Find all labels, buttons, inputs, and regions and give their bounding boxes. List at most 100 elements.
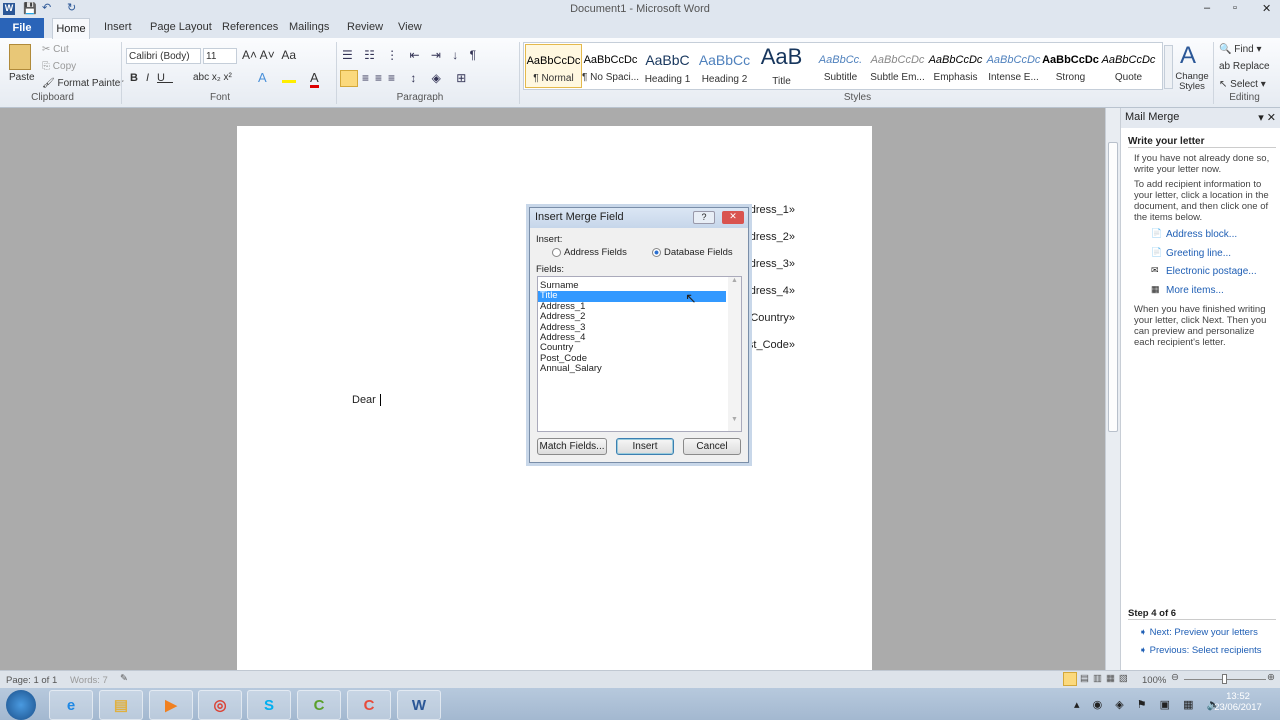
zoom-level[interactable]: 100%	[1142, 675, 1166, 686]
select-button[interactable]: ↖ Select ▾	[1219, 79, 1266, 90]
taskbar-file-explorer-icon[interactable]: ▤	[99, 690, 143, 720]
grow-font-icon[interactable]: A˄ A˅ Aa	[242, 48, 296, 62]
taskbar-internet-explorer-icon[interactable]: e	[49, 690, 93, 720]
minimize-button[interactable]: –	[1204, 2, 1210, 14]
highlight-icon[interactable]	[282, 71, 296, 83]
paste-button[interactable]: Paste	[9, 72, 35, 83]
fields-list[interactable]: Surname Title Address_1 Address_2 Address_3 A…	[537, 276, 742, 432]
style-2[interactable]: AaBbC Heading 1	[639, 44, 696, 88]
page-count[interactable]: Page: 1 of 1	[6, 675, 57, 686]
previous-step-link[interactable]: ➧ Previous: Select recipients	[1139, 645, 1262, 656]
change-styles-button[interactable]: Change Styles	[1174, 72, 1210, 92]
database-fields-radio[interactable]: Database Fields	[652, 247, 733, 258]
tab-home[interactable]: Home	[52, 18, 90, 39]
style-7[interactable]: AaBbCcDc Emphasis	[927, 44, 984, 88]
pane-link[interactable]: More items...	[1166, 285, 1224, 296]
step-indicator: Step 4 of 6	[1128, 608, 1276, 620]
alignment-buttons[interactable]: ≡≡≡ ↕ ◈ ⊞	[362, 71, 472, 85]
field-item[interactable]: Surname	[538, 280, 741, 291]
style-8[interactable]: AaBbCcDc Intense E...	[985, 44, 1042, 88]
taskbar-word-icon[interactable]: W	[397, 690, 441, 720]
tab-references[interactable]: References	[222, 21, 278, 33]
replace-button[interactable]: ab Replace	[1219, 61, 1270, 72]
style-label: ¶ Normal	[533, 73, 574, 84]
tab-insert[interactable]: Insert	[104, 21, 132, 33]
font-name-select[interactable]: Calibri (Body)	[126, 48, 201, 64]
list-buttons[interactable]: ☰ ☷ ⋮ ⇤ ⇥ ↓ ¶	[342, 48, 480, 62]
paste-icon[interactable]	[9, 44, 31, 70]
list-scrollbar[interactable]: ▲ ▼	[728, 277, 741, 431]
pane-intro: If you have not already done so, write y…	[1134, 153, 1270, 175]
pane-instructions: To add recipient information to your let…	[1134, 179, 1269, 223]
tab-review[interactable]: Review	[347, 21, 383, 33]
align-left-button[interactable]	[340, 70, 358, 87]
taskbar-media-player-icon[interactable]: ▶	[149, 690, 193, 720]
field-item[interactable]: Address_2	[538, 311, 741, 322]
strikethrough-icon[interactable]: abc x₂ x²	[193, 72, 232, 83]
style-5[interactable]: AaBbCc. Subtitle	[812, 44, 869, 88]
tab-page-layout[interactable]: Page Layout	[150, 21, 212, 33]
scroll-thumb[interactable]	[1108, 142, 1118, 432]
address-fields-radio[interactable]: Address Fields	[552, 247, 627, 258]
style-0[interactable]: AaBbCcDc ¶ Normal	[525, 44, 582, 88]
cancel-button[interactable]: Cancel	[683, 438, 741, 455]
word-count[interactable]: Words: 7	[70, 675, 108, 686]
cut-button[interactable]: ✂ Cut	[42, 44, 69, 55]
view-buttons[interactable]: ▤▥▦▧	[1080, 673, 1132, 684]
field-item[interactable]: Annual_Salary	[538, 363, 741, 374]
format-painter-button[interactable]: 🖌 Format Painter	[42, 78, 124, 89]
pane-header: Mail Merge ▾ ✕	[1121, 108, 1280, 128]
maximize-button[interactable]: ▫	[1233, 2, 1237, 14]
style-9[interactable]: AaBbCcDc Strong	[1042, 44, 1099, 88]
pane-link[interactable]: Greeting line...	[1166, 248, 1231, 259]
style-10[interactable]: AaBbCcDc Quote	[1100, 44, 1157, 88]
close-button[interactable]: ✕	[1262, 2, 1271, 15]
font-color-icon[interactable]: A	[310, 70, 319, 88]
text-effects-icon[interactable]: A	[258, 70, 267, 85]
status-bar: Page: 1 of 1 Words: 7 ✎ ▤▥▦▧ 100% ⊖ ⊕	[0, 670, 1280, 688]
tab-view[interactable]: View	[398, 21, 422, 33]
taskbar-chrome-icon[interactable]: ◎	[198, 690, 242, 720]
change-styles-icon[interactable]: A	[1180, 42, 1196, 70]
style-6[interactable]: AaBbCcDc Subtle Em...	[869, 44, 926, 88]
proofing-icon[interactable]: ✎	[120, 673, 128, 684]
title-bar: W 💾 ↶ ↻ Document1 - Microsoft Word – ▫ ✕	[0, 0, 1280, 18]
zoom-slider-thumb[interactable]	[1222, 674, 1227, 684]
style-3[interactable]: AaBbCc Heading 2	[696, 44, 753, 88]
tab-file[interactable]: File	[0, 18, 44, 38]
style-preview: AaBbCc	[698, 52, 751, 68]
style-4[interactable]: AaB Title	[753, 44, 810, 88]
taskbar-skype-icon[interactable]: S	[247, 690, 291, 720]
print-layout-view-button[interactable]	[1063, 672, 1077, 686]
clock[interactable]: 13:52 23/06/2017	[1208, 691, 1268, 713]
font-size-select[interactable]: 11	[203, 48, 237, 64]
style-preview: AaBbC	[645, 52, 690, 68]
pane-close-icon[interactable]: ▾ ✕	[1258, 111, 1276, 124]
style-label: Title	[772, 76, 791, 87]
match-fields-button[interactable]: Match Fields...	[537, 438, 607, 455]
style-1[interactable]: AaBbCcDc ¶ No Spaci...	[582, 44, 639, 88]
taskbar-camtasia-studio-icon[interactable]: C	[347, 690, 391, 720]
document-scrollbar[interactable]	[1105, 108, 1120, 670]
greeting-text[interactable]: Dear	[352, 394, 384, 406]
cut-label: Cut	[53, 44, 69, 55]
insert-button[interactable]: Insert	[616, 438, 674, 455]
font-format-buttons[interactable]: BIU	[130, 72, 173, 84]
style-label: Subtle Em...	[870, 72, 925, 83]
format-painter-label: Format Painter	[57, 78, 124, 89]
system-tray-icons[interactable]: ▴ ◉ ◈ ⚑ ▣ ▦ 🔈	[1074, 698, 1225, 711]
start-button[interactable]	[6, 690, 36, 720]
pane-link[interactable]: Address block...	[1166, 229, 1237, 240]
gallery-scroll[interactable]	[1164, 45, 1173, 89]
window-title: Document1 - Microsoft Word	[570, 3, 710, 15]
zoom-in-button[interactable]: ⊕	[1267, 672, 1275, 683]
next-step-link[interactable]: ➧ Next: Preview your letters	[1139, 627, 1258, 638]
help-button[interactable]: ?	[693, 211, 715, 224]
zoom-out-button[interactable]: ⊖	[1171, 672, 1179, 683]
copy-button[interactable]: ⎘ Copy	[42, 61, 76, 72]
taskbar-camtasia-recorder-icon[interactable]: C	[297, 690, 341, 720]
find-button[interactable]: 🔍 Find ▾	[1219, 44, 1262, 55]
dialog-close-button[interactable]: ✕	[722, 211, 744, 224]
pane-link[interactable]: Electronic postage...	[1166, 266, 1257, 277]
tab-mailings[interactable]: Mailings	[289, 21, 329, 33]
